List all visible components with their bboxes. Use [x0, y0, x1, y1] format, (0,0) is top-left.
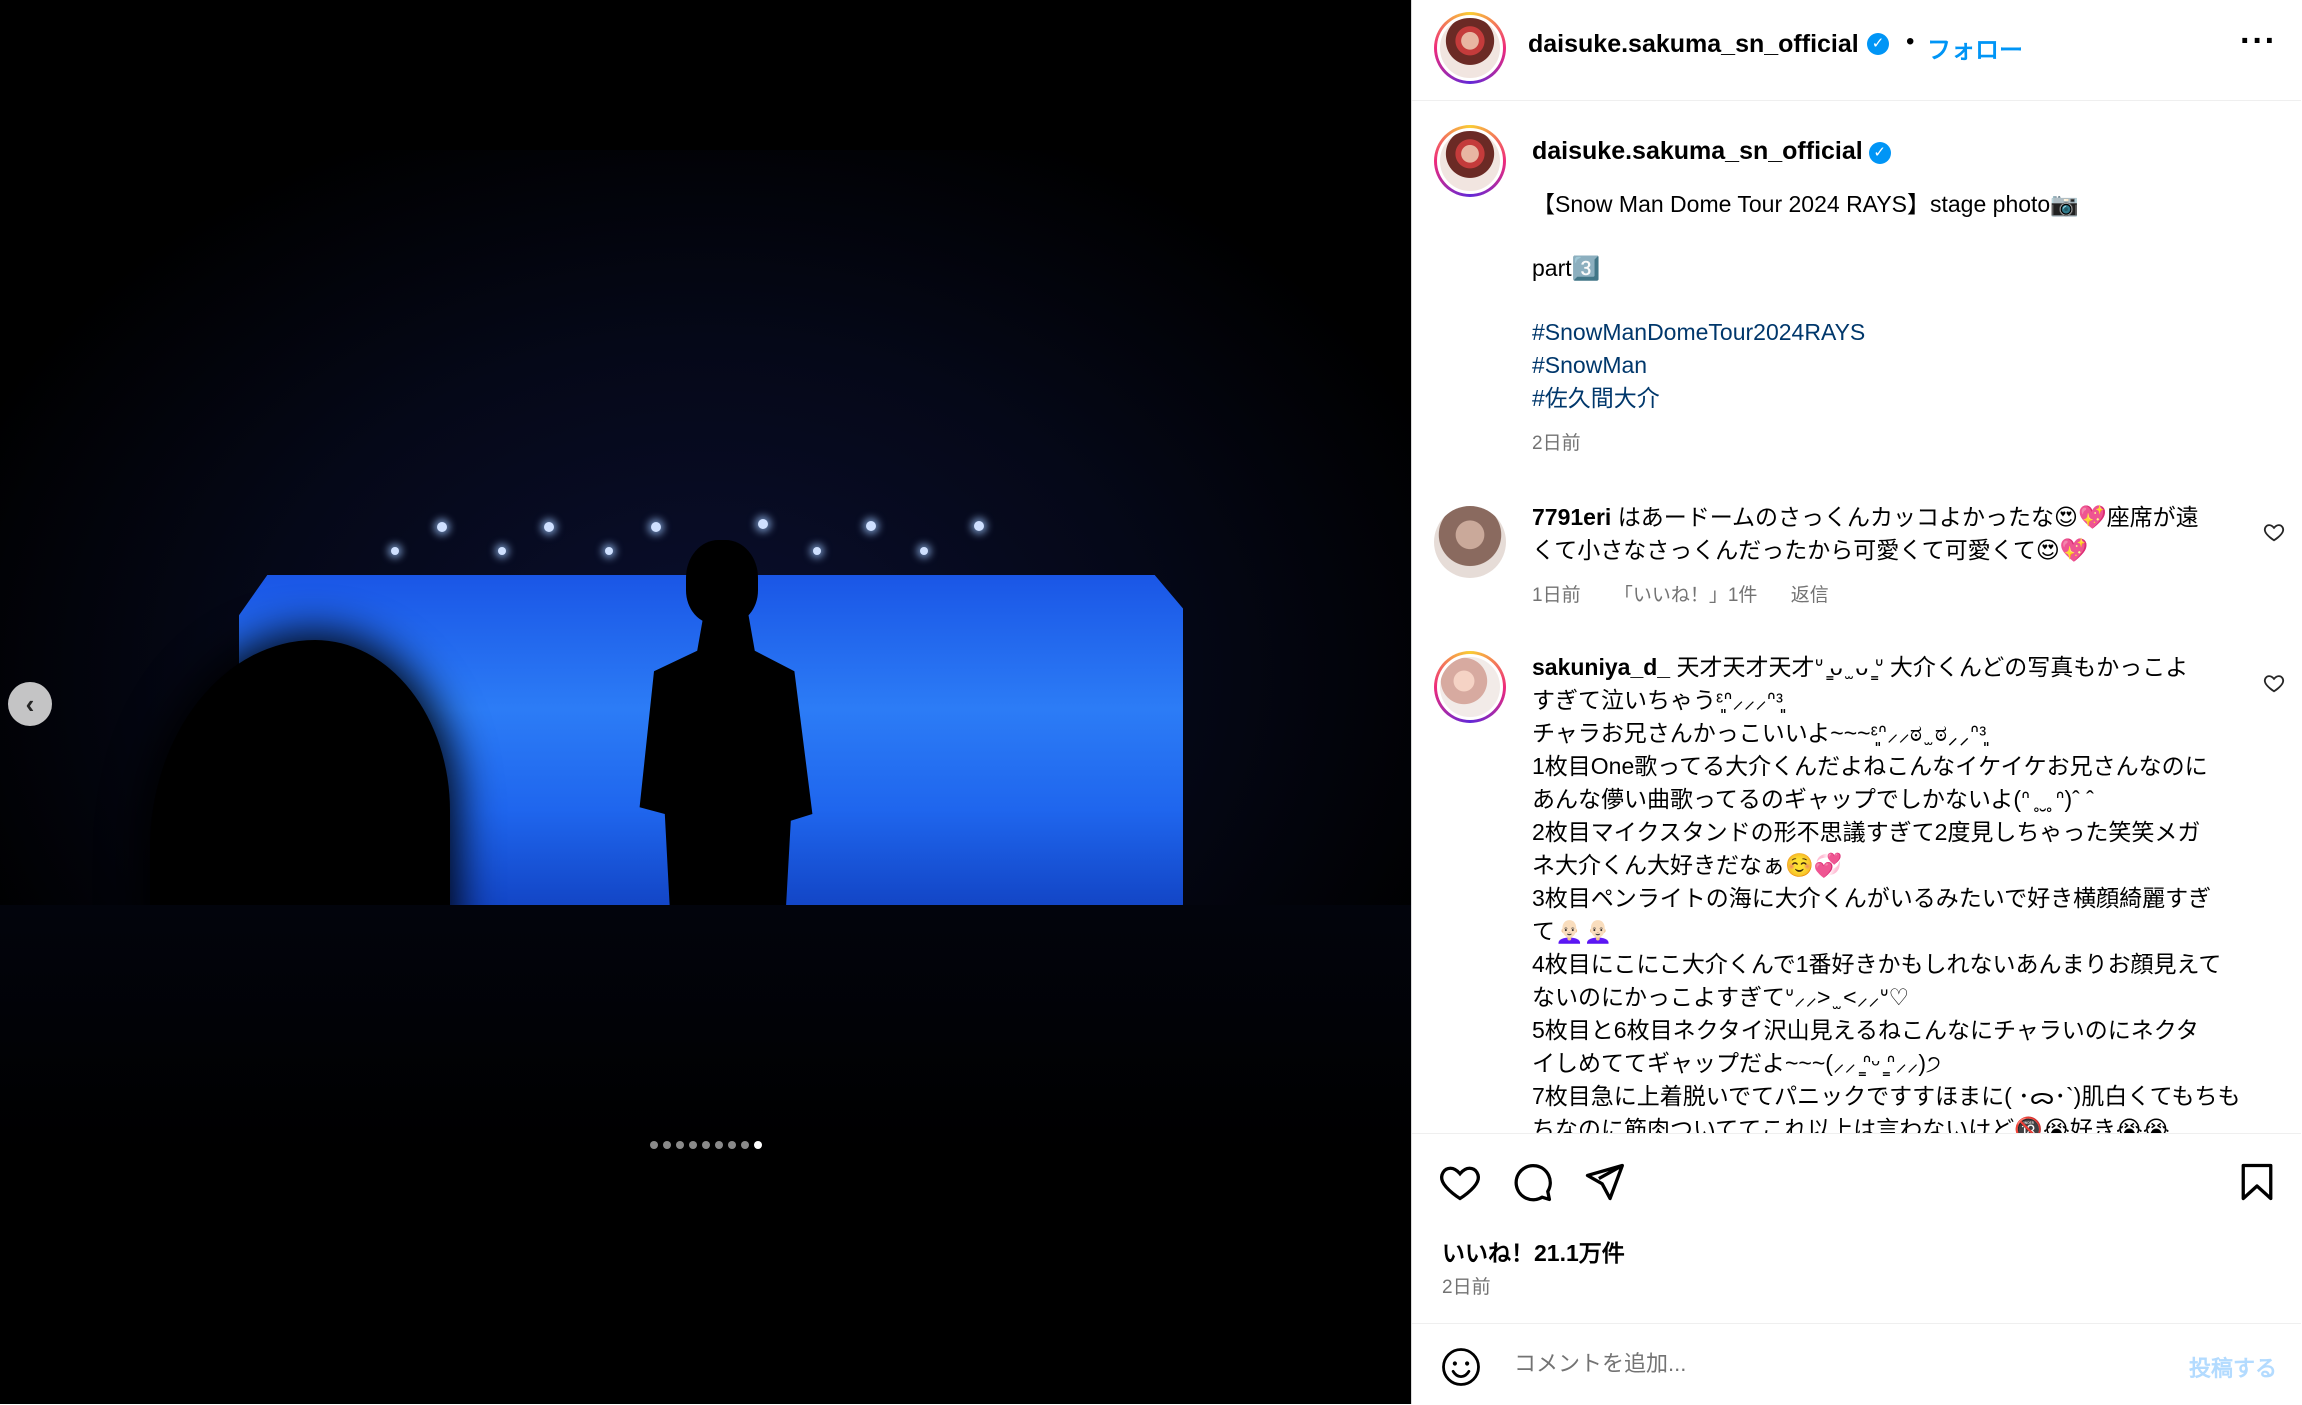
like-comment-heart-icon[interactable] — [2263, 672, 2285, 694]
comment-text: ネ大介くん大好きだなぁ☺️💞 — [1532, 852, 1843, 878]
carousel-dot — [688, 1141, 697, 1149]
author-username[interactable]: daisuke.sakuma_sn_official — [1528, 30, 1859, 59]
follow-button[interactable]: フォロー — [1927, 30, 2023, 65]
comment-text: イしめててギャップだよ~~~(⸝⸝ ̳ᐢᵕ ̳ᐢ⸝⸝)੭ — [1532, 1050, 1941, 1076]
heart-icon[interactable] — [1438, 1160, 1482, 1204]
verified-badge-icon: ✓ — [1868, 141, 1891, 164]
more-options-icon[interactable]: ··· — [2240, 24, 2277, 58]
send-icon[interactable] — [1582, 1160, 1626, 1204]
chevron-left-icon: ‹ — [25, 688, 35, 719]
comment-text: 3枚目ペンライトの海に大介くんがいるみたいで好き横顔綺麗すぎ — [1532, 885, 2212, 911]
comment-text: 1枚目One歌ってる大介くんだよねこんなイケイケお兄さんなのに — [1532, 753, 2208, 779]
comment-text: チャラお兄さんかっこいいよ~~~ᵋ͈ᐢ⸝⸝ಠ ̫ ಠ⸝⸝ᐢᵌ͈ — [1532, 720, 1987, 746]
like-comment-heart-icon[interactable] — [2263, 521, 2285, 543]
smiley-icon[interactable] — [1440, 1346, 1482, 1388]
verified-badge-icon: ✓ — [1867, 33, 1889, 55]
comment-text: 天才天才天才ᐡ ̳ᴗ ̫ ᴗ ̳ᐡ 大介くんどの写真もかっこよ — [1676, 654, 2189, 680]
commenter-username[interactable]: 7791eri — [1532, 504, 1611, 530]
comment-icon[interactable] — [1510, 1160, 1554, 1204]
previous-slide-button[interactable]: ‹ — [8, 682, 52, 726]
comment-likes-link[interactable]: 「いいね！」1件 — [1614, 585, 1758, 606]
stage-floor — [0, 905, 1411, 1155]
author-avatar[interactable] — [1434, 12, 1506, 84]
carousel-dot — [753, 1141, 762, 1149]
carousel-indicator — [0, 1141, 1411, 1149]
author-avatar[interactable] — [1434, 125, 1506, 197]
comments-section[interactable]: daisuke.sakuma_sn_official ✓ 【Snow Man Do… — [1412, 101, 2301, 1133]
carousel-dot — [740, 1141, 749, 1149]
caption-timestamp: 2日前 — [1532, 433, 1581, 454]
post-media[interactable]: ‹ — [0, 0, 1411, 1404]
performer-head — [686, 540, 758, 624]
bookmark-icon[interactable] — [2235, 1160, 2279, 1204]
carousel-dot — [714, 1141, 723, 1149]
post-sidebar: daisuke.sakuma_sn_official ✓ • フォロー ··· … — [1411, 0, 2302, 1404]
comment-text: あんな儚い曲歌ってるのギャップでしかないよ(ᐢ ̥ ̮ ̥ ᐢ)ˆ ˆ — [1532, 786, 2094, 812]
caption-username[interactable]: daisuke.sakuma_sn_official — [1532, 137, 1863, 165]
separator-dot: • — [1906, 28, 1915, 55]
carousel-dot — [662, 1141, 671, 1149]
comment-text: 7枚目急に上着脱いでてパニックですすほまに( ･ᯅ･`)肌白くてもちも — [1532, 1083, 2241, 1109]
comment-text: ちなのに筋肉ついててこれ以上は言わないけど🔞😭好き😭😭 — [1532, 1116, 2170, 1133]
comment-text: はあードームのさっくんカッコよかったな😍💖座席が遠 — [1617, 504, 2199, 530]
commenter-avatar[interactable] — [1434, 506, 1506, 578]
carousel-dot — [701, 1141, 710, 1149]
comment-text: 2枚目マイクスタンドの形不思議すぎて2度見しちゃった笑笑メガ — [1532, 819, 2201, 845]
post-date: 2日前 — [1442, 1277, 1491, 1298]
reply-button[interactable]: 返信 — [1791, 585, 1829, 606]
comment-meta: 1日前 「いいね！」1件 返信 — [1532, 579, 2232, 612]
hashtag-link[interactable]: #SnowMan — [1532, 349, 2232, 382]
hashtag-link[interactable]: #佐久間大介 — [1532, 382, 2232, 415]
comment-text: 4枚目にこにこ大介くんで1番好きかもしれないあんまりお顔見えて — [1532, 951, 2222, 977]
carousel-dot — [727, 1141, 736, 1149]
comment-composer: 投稿する — [1412, 1323, 2301, 1405]
comment-text: て👩🏻‍🦲👩🏻‍🦲 — [1532, 918, 1613, 944]
commenter-username[interactable]: sakuniya_d_ — [1532, 654, 1670, 680]
caption-title: 【Snow Man Dome Tour 2024 RAYS】stage phot… — [1532, 191, 2079, 217]
comment-text: くて小さなさっくんだったから可愛くて可愛くて😍💖 — [1532, 537, 2089, 563]
hashtag-link[interactable]: #SnowManDomeTour2024RAYS — [1532, 316, 2232, 349]
carousel-dot — [675, 1141, 684, 1149]
comment-timestamp: 1日前 — [1532, 585, 1581, 606]
caption-hashtags: #SnowManDomeTour2024RAYS #SnowMan #佐久間大介 — [1532, 316, 2232, 415]
post-comment-button[interactable]: 投稿する — [2189, 1351, 2277, 1383]
comment-text: 5枚目と6枚目ネクタイ沢山見えるねこんなにチャラいのにネクタ — [1532, 1017, 2199, 1043]
carousel-dot — [649, 1141, 658, 1149]
post-actions: いいね！21.1万件 2日前 — [1412, 1133, 2301, 1324]
commenter-avatar[interactable] — [1434, 651, 1506, 723]
comment-text: ないのにかっこよすぎてᐡ⸝⸝> ̫ <⸝⸝ᐡ♡ — [1532, 984, 1910, 1010]
post-header: daisuke.sakuma_sn_official ✓ • フォロー ··· — [1412, 0, 2301, 101]
comment-input[interactable] — [1512, 1340, 2136, 1388]
comment-text: すぎて泣いちゃうᵋ͈ᐢ⸝⸝⸝ᐢᵌ͈ — [1532, 687, 1784, 713]
likes-count[interactable]: いいね！21.1万件 — [1442, 1234, 1625, 1268]
caption-part: part3️⃣ — [1532, 255, 1601, 281]
